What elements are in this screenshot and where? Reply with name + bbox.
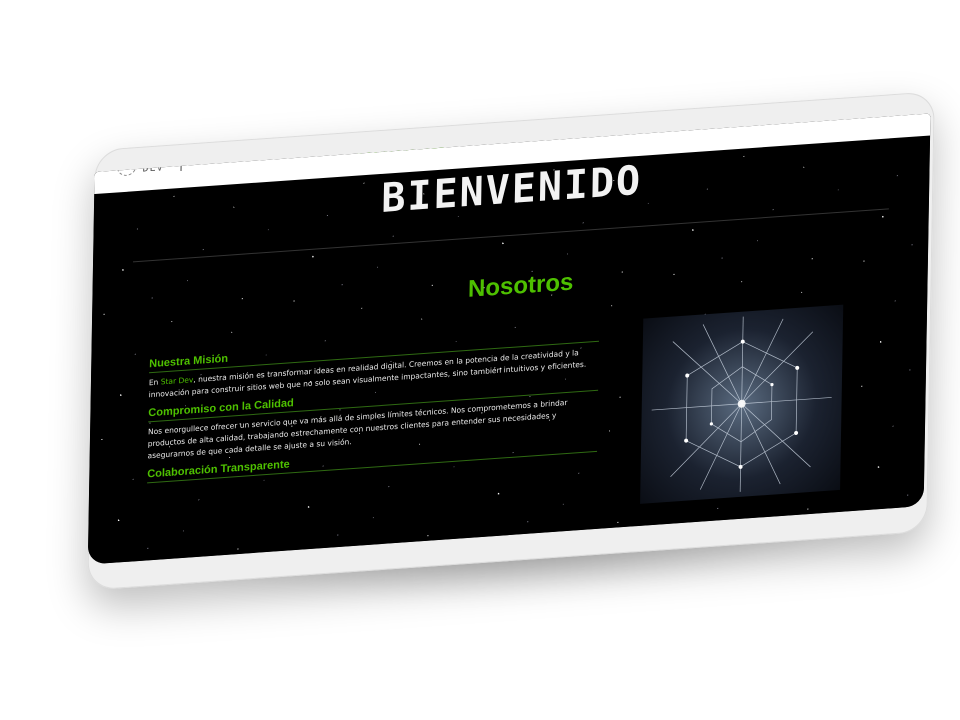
nav-link-nosotros[interactable]: Nosotros xyxy=(605,124,651,137)
nav-links: Nosotros Lenguajes Contacto xyxy=(605,115,787,138)
network-star-svg xyxy=(651,316,832,492)
mission-text-pre: En xyxy=(148,377,161,388)
laptop-frame: STAR DEV Desarrollo WEB Nosotros Lenguaj… xyxy=(87,91,935,591)
logo-line-1: STAR xyxy=(142,152,171,166)
stage: STAR DEV Desarrollo WEB Nosotros Lenguaj… xyxy=(0,0,960,720)
network-star-graphic xyxy=(640,304,844,504)
brand-title[interactable]: Desarrollo WEB xyxy=(357,136,448,156)
logo-divider xyxy=(180,152,182,172)
website-screen: STAR DEV Desarrollo WEB Nosotros Lenguaj… xyxy=(87,113,931,565)
nav-link-lenguajes[interactable]: Lenguajes xyxy=(669,119,722,133)
logo-wordmark: STAR DEV xyxy=(142,152,171,175)
company-name-highlight: Star Dev xyxy=(160,375,194,387)
star-dev-logo-icon xyxy=(116,155,137,177)
logo-line-2: DEV xyxy=(142,162,164,175)
logo[interactable]: STAR DEV xyxy=(116,146,267,177)
nav-link-contacto[interactable]: Contacto xyxy=(740,115,787,128)
